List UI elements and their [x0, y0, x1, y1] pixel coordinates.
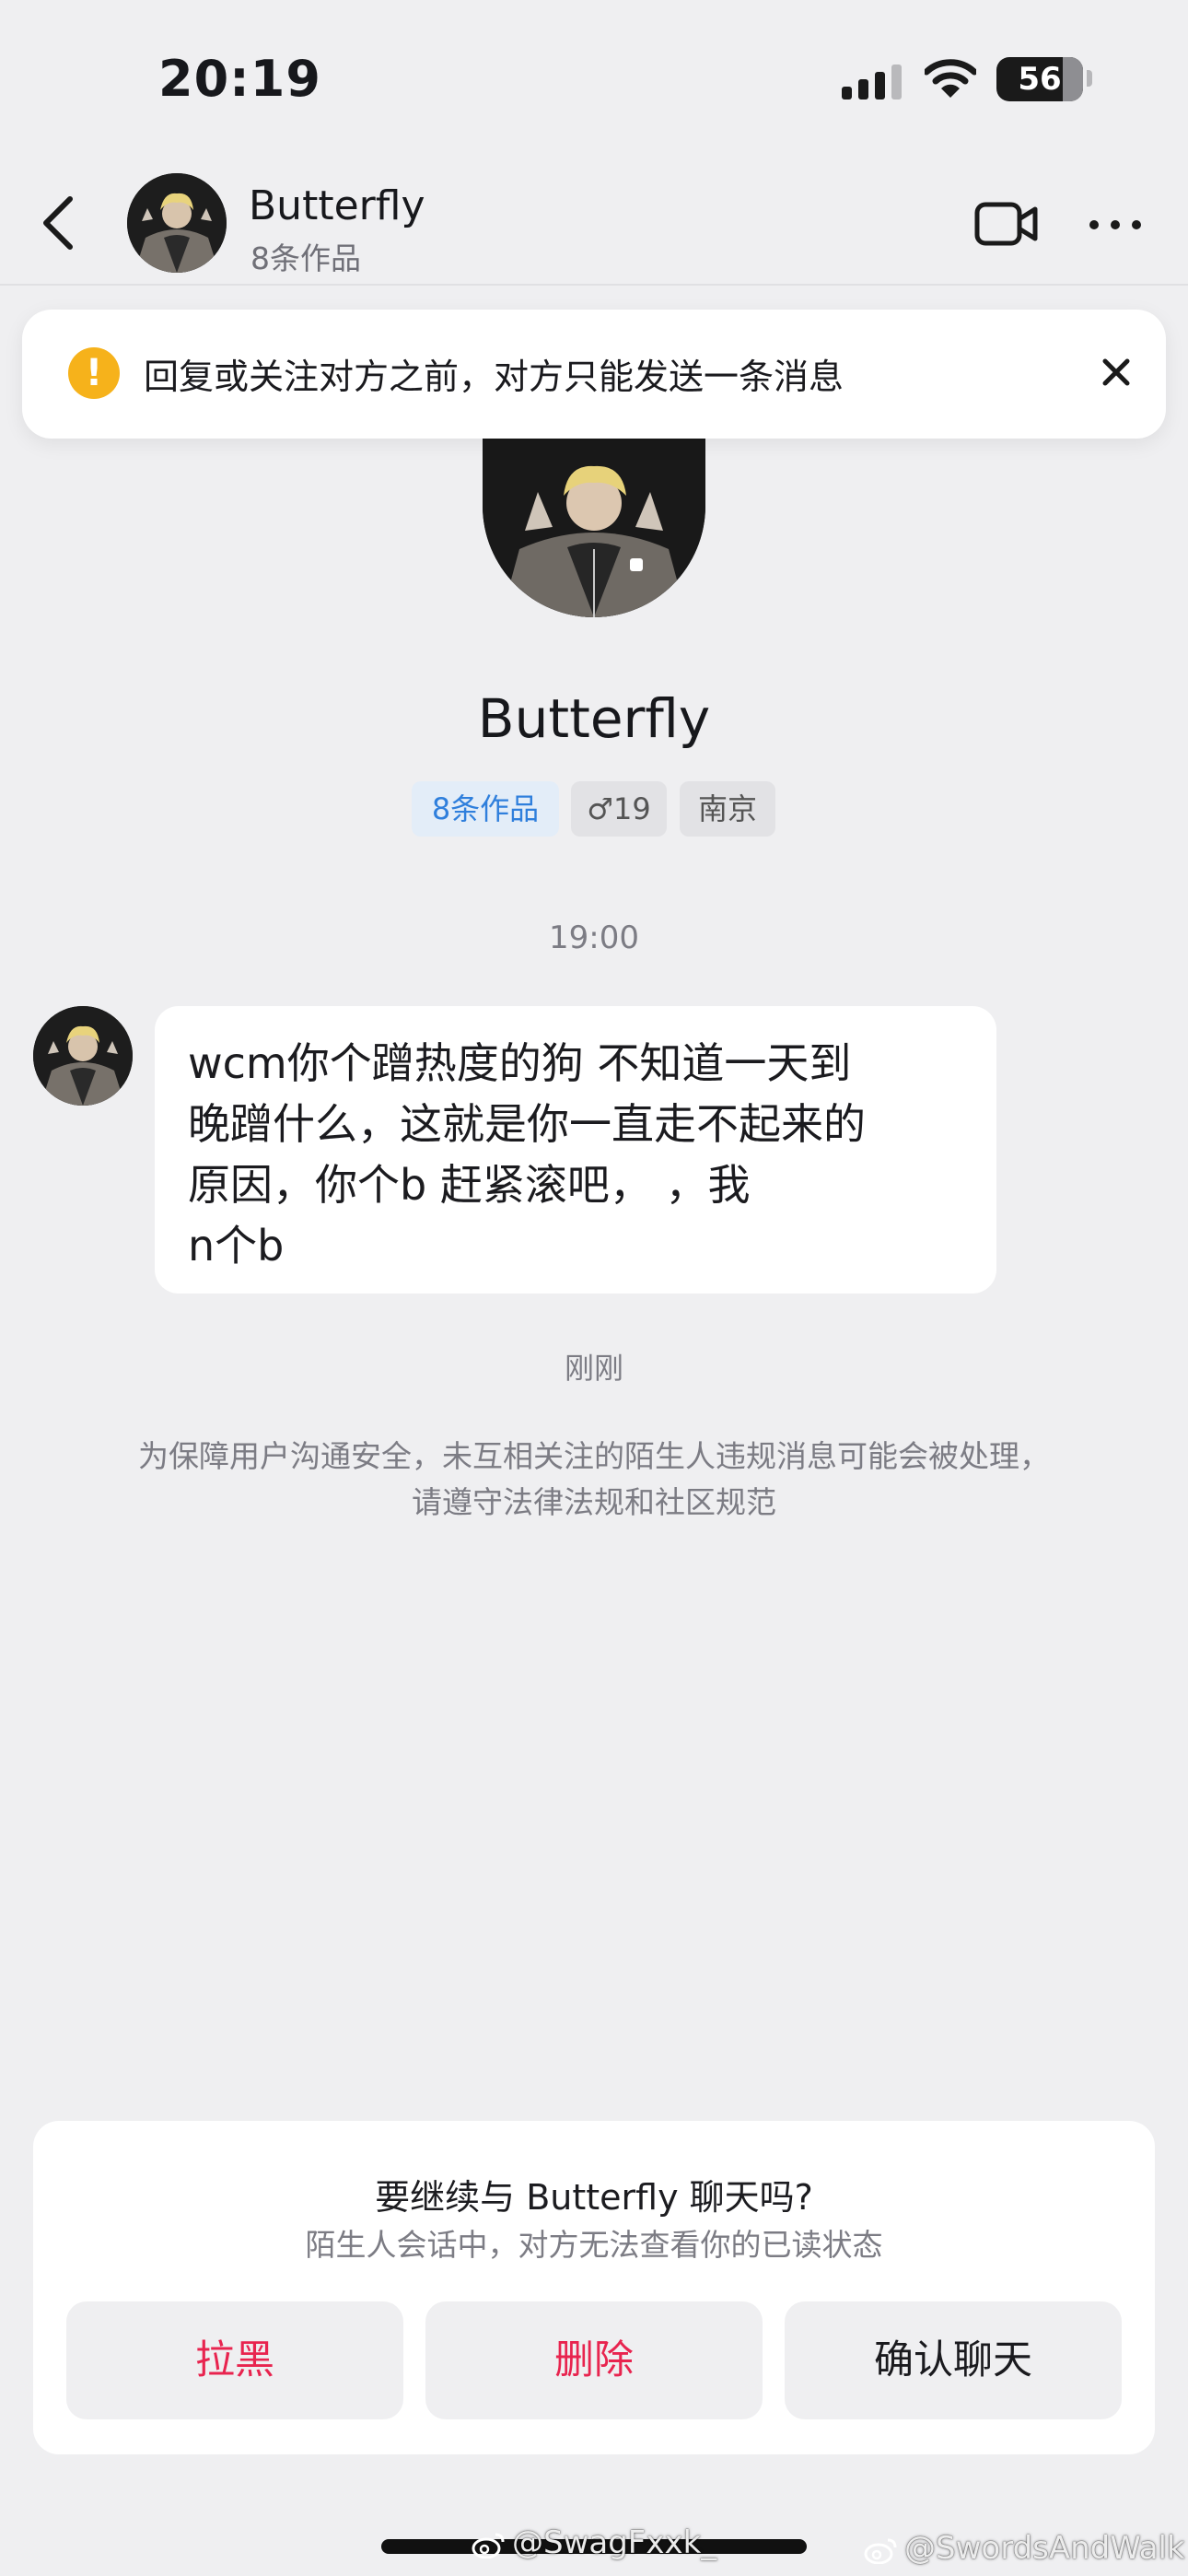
profile-name: Butterfly	[477, 687, 711, 750]
tag-city: 南京	[680, 781, 775, 837]
status-time: 20:19	[158, 50, 321, 108]
block-button[interactable]: 拉黑	[66, 2301, 403, 2419]
weibo-icon	[864, 2538, 897, 2564]
wifi-icon	[925, 59, 976, 98]
more-icon[interactable]	[1089, 214, 1142, 236]
weibo-icon	[472, 2533, 505, 2558]
message-status: 刚刚	[564, 1351, 623, 1386]
signal-icon	[842, 64, 902, 100]
safety-notice: 为保障用户沟通安全，未互相关注的陌生人违规消息可能会被处理，请遵守法律法规和社区…	[138, 1438, 1050, 1520]
header-works-count[interactable]: 8条作品	[250, 234, 361, 278]
header-avatar[interactable]	[127, 173, 227, 273]
tag-gender-age: ♂19	[571, 781, 667, 837]
message-avatar[interactable]	[33, 1006, 133, 1106]
warning-icon: !	[68, 347, 120, 399]
close-icon[interactable]	[1098, 354, 1135, 391]
watermark-text: @SwordsAndWalk	[904, 2530, 1185, 2567]
message-line: 原因，你个b 赶紧滚吧， ，我	[188, 1160, 751, 1210]
back-icon[interactable]	[37, 193, 77, 252]
header-name[interactable]: Butterfly	[249, 182, 425, 229]
battery-nub	[1087, 70, 1092, 87]
card-title: 要继续与 Butterfly 聊天吗?	[375, 2177, 813, 2218]
watermark-text: @SwagFxxk_	[512, 2524, 717, 2561]
chat-timestamp: 19:00	[549, 919, 639, 956]
video-call-icon[interactable]	[974, 201, 1039, 247]
watermark: @SwordsAndWalk	[864, 2530, 1185, 2567]
watermark: @SwagFxxk_	[472, 2524, 716, 2561]
message-line: wcm你个蹭热度的狗 不知道一天到	[188, 1038, 852, 1088]
message-line: n个b	[188, 1221, 285, 1270]
card-subtitle: 陌生人会话中，对方无法查看你的已读状态	[305, 2227, 883, 2263]
confirm-chat-button[interactable]: 确认聊天	[785, 2301, 1122, 2419]
tag-works[interactable]: 8条作品	[412, 781, 559, 837]
message-line: 晚蹭什么，这就是你一直走不起来的	[188, 1099, 866, 1149]
battery-icon: 56	[996, 57, 1083, 101]
battery-level: 56	[1018, 61, 1062, 98]
banner-text: 回复或关注对方之前，对方只能发送一条消息	[144, 357, 844, 397]
profile-avatar[interactable]	[483, 439, 705, 617]
delete-button[interactable]: 删除	[425, 2301, 763, 2419]
